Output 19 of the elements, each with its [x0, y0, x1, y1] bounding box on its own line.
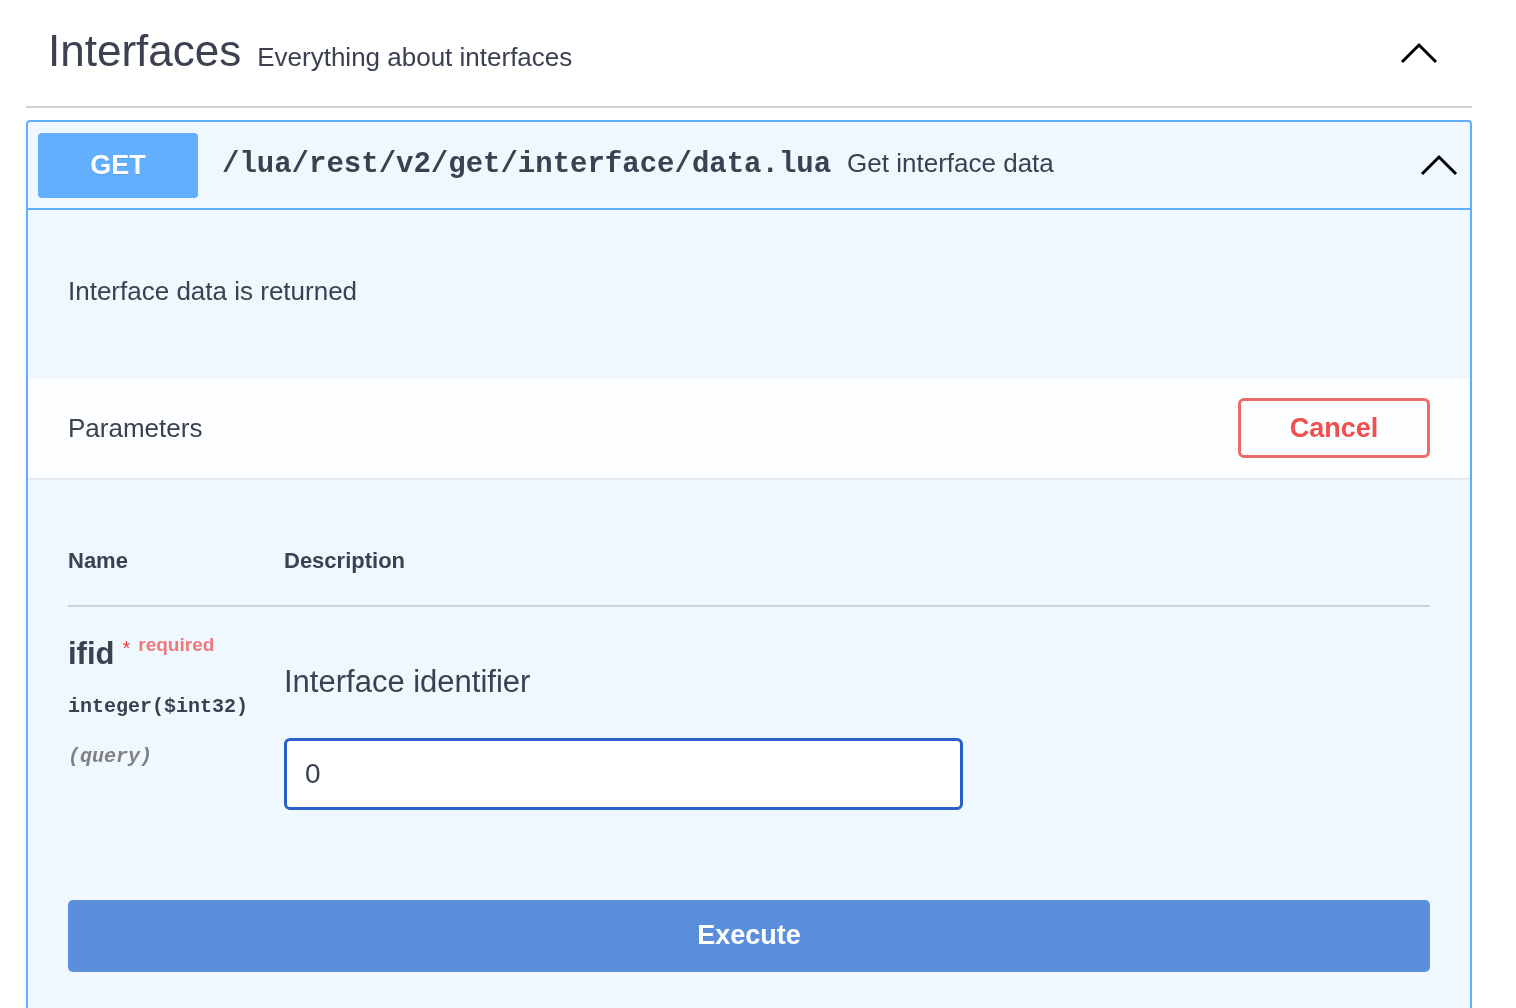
endpoint-path[interactable]: /lua/rest/v2/get/interface/data.lua	[222, 143, 832, 187]
collapse-icon[interactable]	[1420, 153, 1458, 177]
column-header: Name	[68, 547, 129, 575]
parameters-title: Parameters	[68, 411, 203, 445]
section-title[interactable]: Interfaces	[48, 29, 242, 73]
column-header: Description	[284, 547, 406, 575]
parameter-location: (query)	[68, 743, 153, 770]
parameter-name: ifid	[68, 635, 115, 673]
section-description: Everything about interfaces	[257, 41, 573, 74]
endpoint-summary: Get interface data	[847, 147, 1054, 181]
required-asterisk: *	[122, 636, 131, 661]
method-badge: GET	[38, 132, 198, 198]
operation-description: Interface data is returned	[68, 276, 358, 306]
collapse-icon[interactable]	[1400, 41, 1438, 65]
parameter-description: Interface identifier	[284, 663, 532, 701]
required-label: required	[138, 633, 215, 657]
cancel-button[interactable]: Cancel	[1238, 398, 1430, 458]
parameter-type: integer($int32)	[68, 693, 250, 720]
input-field[interactable]: 0	[284, 737, 963, 810]
